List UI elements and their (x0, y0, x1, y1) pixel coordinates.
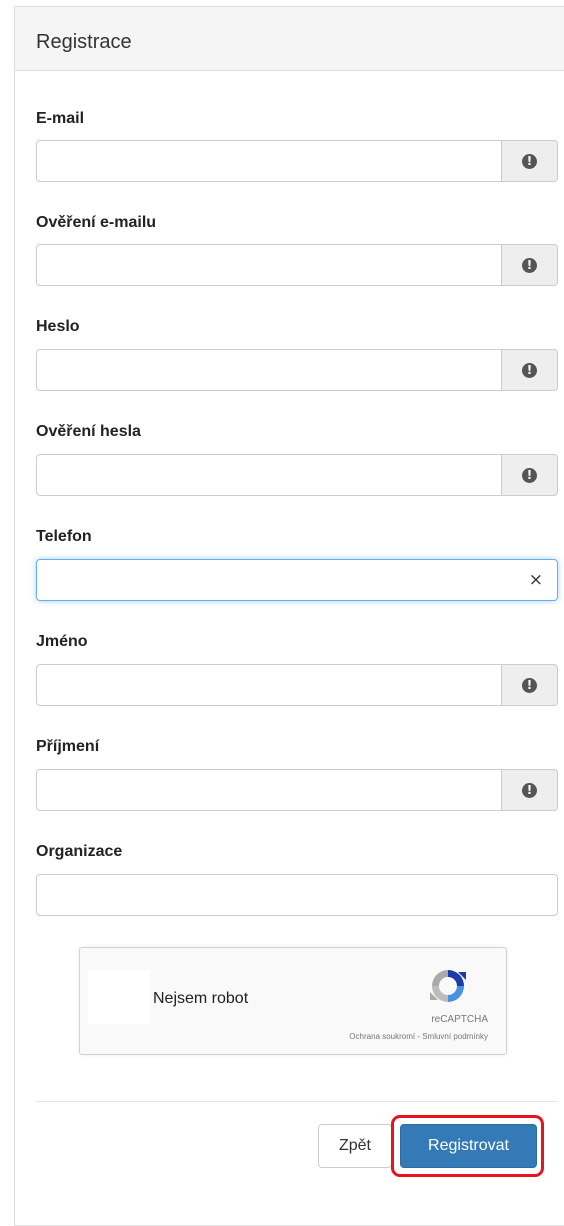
email-required-addon: ! (502, 140, 558, 182)
phone-input[interactable] (37, 560, 507, 600)
email-input-group: ! (36, 140, 558, 182)
recaptcha-logo-icon (430, 970, 466, 1002)
email-input[interactable] (36, 140, 502, 182)
password-confirm-label: Ověření hesla (36, 423, 141, 440)
footer-divider (36, 1101, 558, 1102)
password-confirm-required-addon: ! (502, 454, 558, 496)
last-name-label: Příjmení (36, 738, 100, 755)
recaptcha-brand: reCAPTCHA (431, 1014, 488, 1025)
phone-input-wrapper: × (36, 559, 558, 601)
recaptcha-widget: Nejsem robot reCAPTCHA Ochrana soukromí … (79, 947, 507, 1055)
exclamation-circle-icon: ! (522, 467, 537, 483)
exclamation-circle-icon: ! (522, 153, 537, 169)
password-input-group: ! (36, 349, 558, 391)
register-button[interactable]: Registrovat (400, 1124, 537, 1168)
password-confirm-input[interactable] (36, 454, 502, 496)
password-input[interactable] (36, 349, 502, 391)
email-confirm-input-group: ! (36, 244, 558, 286)
recaptcha-links[interactable]: Ochrana soukromí - Smluvní podmínky (349, 1032, 488, 1041)
last-name-required-addon: ! (502, 769, 558, 811)
first-name-input[interactable] (36, 664, 502, 706)
recaptcha-label: Nejsem robot (153, 990, 249, 1007)
exclamation-circle-icon: ! (522, 782, 537, 798)
email-confirm-required-addon: ! (502, 244, 558, 286)
password-label: Heslo (36, 318, 80, 335)
exclamation-circle-icon: ! (522, 362, 537, 378)
email-confirm-label: Ověření e-mailu (36, 214, 157, 231)
email-confirm-input[interactable] (36, 244, 502, 286)
last-name-input[interactable] (36, 769, 502, 811)
organization-label: Organizace (36, 843, 123, 860)
close-icon[interactable]: × (529, 571, 543, 589)
password-confirm-input-group: ! (36, 454, 558, 496)
exclamation-circle-icon: ! (522, 257, 537, 273)
first-name-label: Jméno (36, 633, 88, 650)
organization-input[interactable] (36, 874, 558, 916)
first-name-required-addon: ! (502, 664, 558, 706)
password-required-addon: ! (502, 349, 558, 391)
email-label: E-mail (36, 110, 85, 127)
last-name-input-group: ! (36, 769, 558, 811)
panel-title: Registrace (15, 7, 564, 71)
back-button[interactable]: Zpět (318, 1124, 392, 1168)
first-name-input-group: ! (36, 664, 558, 706)
exclamation-circle-icon: ! (522, 677, 537, 693)
recaptcha-checkbox[interactable] (88, 970, 150, 1024)
phone-label: Telefon (36, 528, 92, 545)
